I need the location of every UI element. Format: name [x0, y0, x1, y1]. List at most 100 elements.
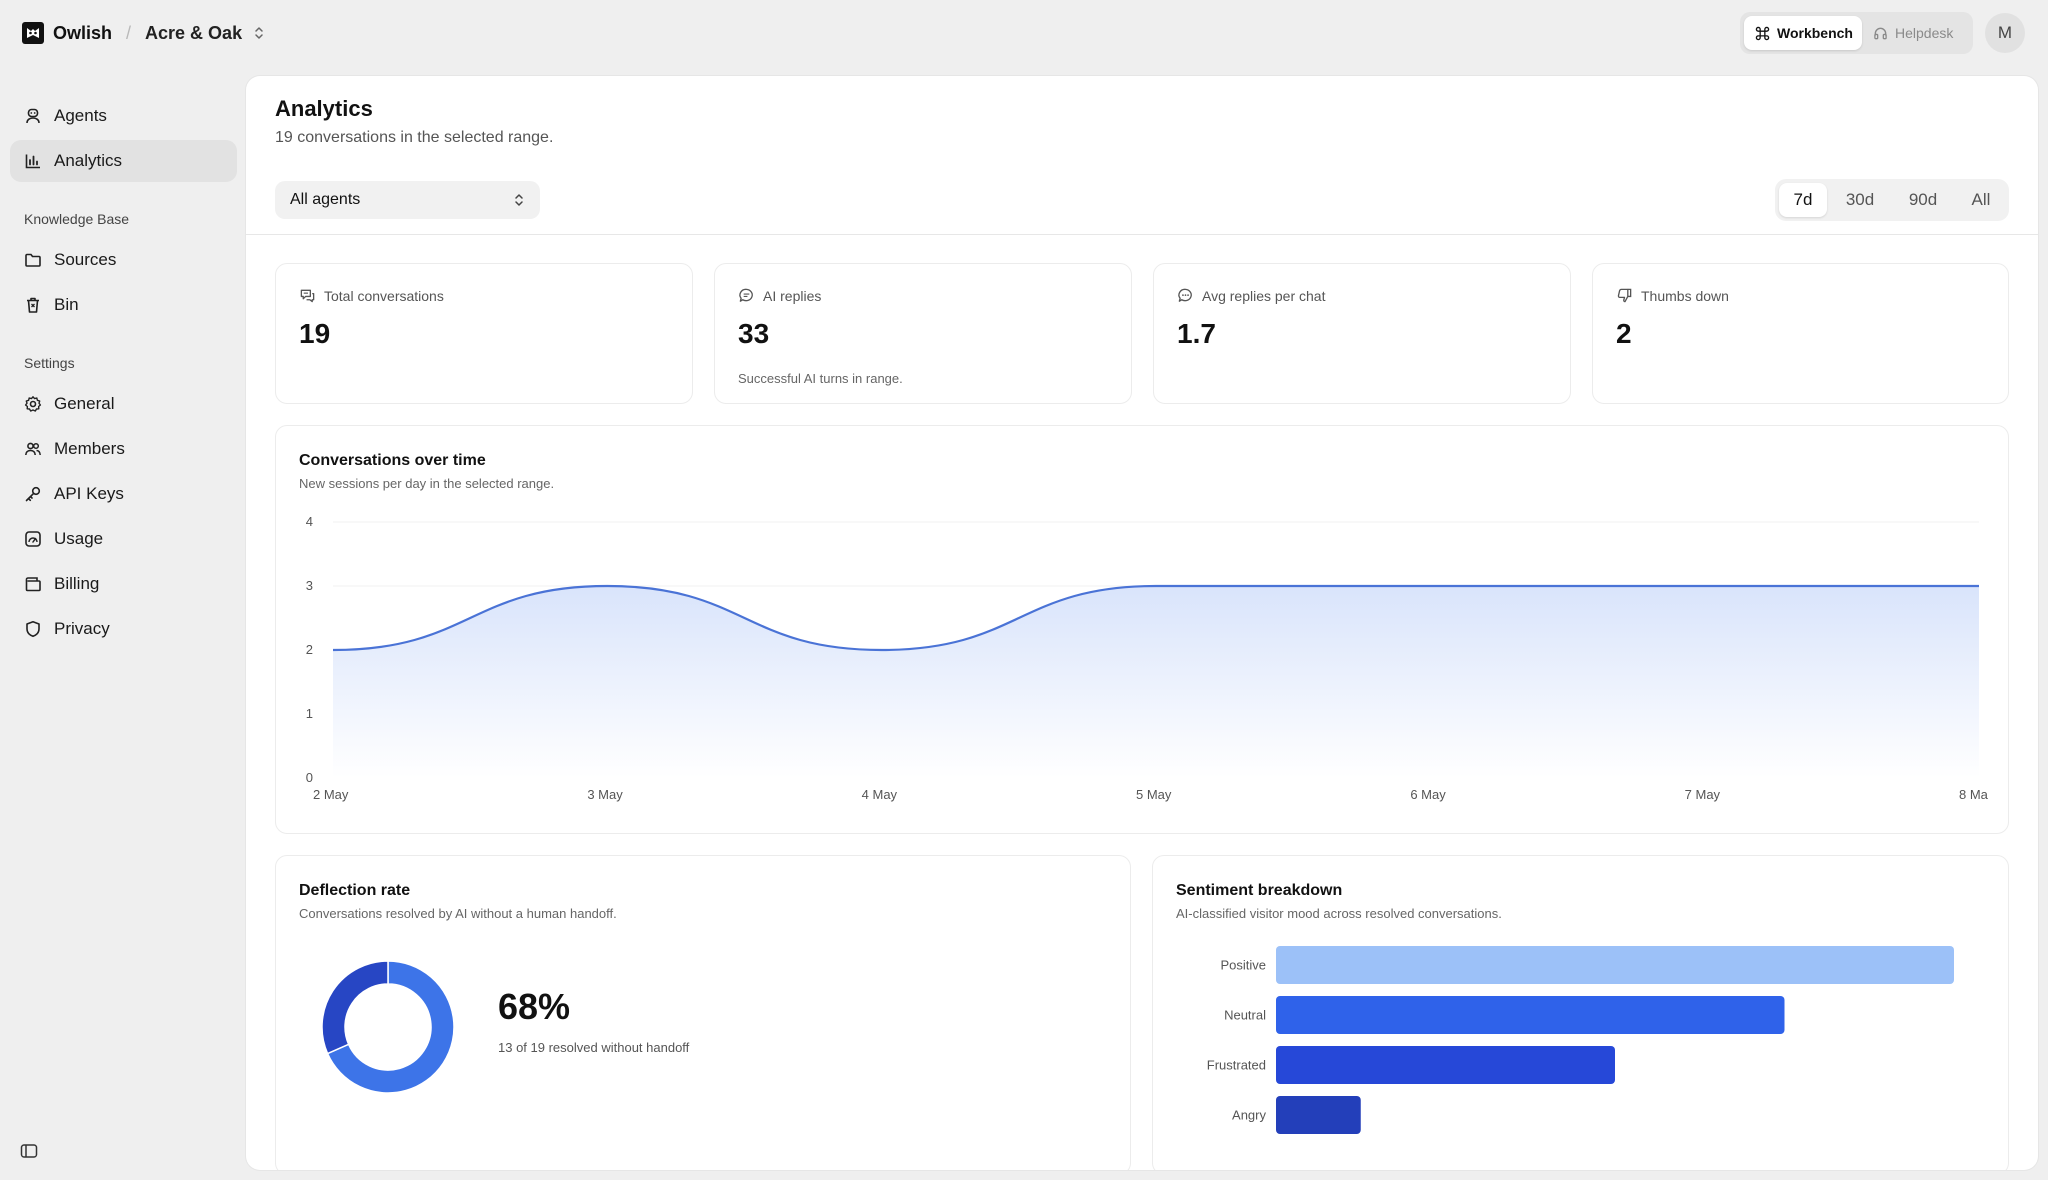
x-tick-label: 2 May	[313, 787, 349, 802]
page-title: Analytics	[275, 96, 373, 121]
card-subtitle: Conversations resolved by AI without a h…	[299, 906, 617, 921]
deflection-donut-chart	[321, 960, 455, 1094]
sidebar-item-label: API Keys	[54, 484, 124, 503]
command-icon	[1755, 26, 1777, 41]
sentiment-label: Positive	[1220, 958, 1266, 973]
sentiment-label: Angry	[1232, 1108, 1266, 1123]
sidebar-item-label: General	[54, 394, 115, 413]
sidebar-item-label: Privacy	[54, 619, 110, 638]
range-30d-button[interactable]: 30d	[1831, 183, 1889, 217]
sidebar-item-label: Analytics	[54, 151, 123, 170]
sidebar-item-members[interactable]: Members	[10, 428, 237, 470]
x-tick-label: 5 May	[1136, 787, 1172, 802]
y-tick-label: 0	[306, 770, 313, 785]
sentiment-label: Frustrated	[1207, 1058, 1266, 1073]
y-tick-label: 1	[306, 706, 313, 721]
y-tick-label: 4	[306, 514, 313, 529]
chat-bubble-icon	[738, 287, 763, 304]
sidebar-toggle-icon[interactable]	[20, 1142, 38, 1160]
y-tick-label: 2	[306, 642, 313, 657]
sidebar-item-label: Agents	[54, 106, 107, 125]
agent-icon	[24, 107, 54, 125]
date-range-selector: 7d 30d 90d All	[1775, 179, 2009, 221]
conversations-area-chart: 0 1 2 3 4 2 May 3 May 4 May 5 May 6 May 7 May 8 Ma	[306, 514, 1989, 802]
main-panel: Analytics 19 conversations in the select…	[246, 76, 2038, 1170]
range-all-button[interactable]: All	[1957, 183, 2005, 217]
org-switcher-icon[interactable]	[254, 26, 264, 40]
trash-icon	[24, 296, 54, 314]
stat-value: 1.7	[1177, 318, 1216, 349]
headset-icon	[1873, 26, 1895, 41]
stat-label: Thumbs down	[1641, 287, 1729, 304]
sidebar-item-analytics[interactable]: Analytics	[10, 140, 237, 182]
wallet-icon	[24, 575, 54, 593]
sidebar-item-label: Usage	[54, 529, 104, 548]
gear-icon	[24, 395, 54, 413]
stat-value: 19	[299, 318, 331, 349]
sidebar-item-billing[interactable]: Billing	[10, 563, 237, 605]
deflection-detail: 13 of 19 resolved without handoff	[498, 1040, 690, 1055]
sidebar-item-label: Billing	[54, 574, 100, 593]
header-divider	[246, 234, 2038, 235]
settings-heading: Settings	[24, 355, 75, 371]
avatar[interactable]: M	[1985, 13, 2025, 53]
area-fill	[333, 586, 1979, 778]
brand: Owlish / Acre & Oak	[22, 21, 264, 45]
chat-dots-icon	[1177, 287, 1202, 304]
chat-bubbles-icon	[299, 287, 324, 304]
shield-icon	[24, 620, 54, 638]
sentiment-bar-positive	[1276, 946, 1954, 984]
sidebar-item-agents[interactable]: Agents	[10, 95, 237, 137]
donut-slice-1	[321, 960, 389, 1055]
range-90d-button[interactable]: 90d	[1893, 183, 1953, 217]
stat-value: 33	[738, 318, 770, 349]
deflection-value: 68%	[498, 986, 571, 1027]
sentiment-breakdown-card: Sentiment breakdown AI-classified visito…	[1152, 855, 2009, 1170]
sidebar-item-bin[interactable]: Bin	[10, 284, 237, 326]
x-tick-label: 3 May	[587, 787, 623, 802]
workbench-tab[interactable]: Workbench	[1744, 16, 1862, 50]
sidebar-item-sources[interactable]: Sources	[10, 239, 237, 281]
x-tick-label: 4 May	[862, 787, 898, 802]
key-icon	[24, 485, 54, 503]
stat-card-total-conversations: Total conversations 19	[275, 263, 693, 404]
gauge-icon	[24, 530, 54, 548]
deflection-rate-card: Deflection rate Conversations resolved b…	[275, 855, 1131, 1170]
sidebar-item-usage[interactable]: Usage	[10, 518, 237, 560]
owl-logo-icon[interactable]	[22, 22, 44, 44]
folder-icon	[24, 251, 54, 269]
sidebar-item-privacy[interactable]: Privacy	[10, 608, 237, 650]
stat-card-avg-replies: Avg replies per chat 1.7	[1153, 263, 1571, 404]
agent-filter-select[interactable]: All agents	[275, 181, 540, 219]
stat-label: Total conversations	[324, 287, 444, 304]
stat-label: AI replies	[763, 287, 822, 304]
sentiment-bar-neutral	[1276, 996, 1785, 1034]
helpdesk-tab[interactable]: Helpdesk	[1868, 16, 1969, 50]
x-tick-label: 7 May	[1685, 787, 1721, 802]
sentiment-bar-angry	[1276, 1096, 1361, 1134]
users-icon	[24, 440, 54, 458]
range-7d-button[interactable]: 7d	[1779, 183, 1827, 217]
card-title: Deflection rate	[299, 882, 411, 899]
stat-label: Avg replies per chat	[1202, 287, 1326, 304]
stat-value: 2	[1616, 318, 1632, 349]
brand-name[interactable]: Owlish	[53, 23, 112, 44]
sidebar-item-api-keys[interactable]: API Keys	[10, 473, 237, 515]
agent-filter-value: All agents	[290, 191, 361, 208]
thumbs-down-icon	[1616, 287, 1641, 304]
workspace-switcher: Workbench Helpdesk	[1740, 12, 1973, 54]
top-bar: Owlish / Acre & Oak Workbench Helpdesk M	[0, 0, 2048, 66]
page-subtitle: 19 conversations in the selected range.	[275, 129, 554, 146]
sentiment-label: Neutral	[1224, 1008, 1266, 1023]
knowledge-base-heading: Knowledge Base	[24, 211, 130, 227]
sentiment-bar-chart: Positive Neutral Frustrated Angry	[1207, 946, 1954, 1134]
org-name[interactable]: Acre & Oak	[145, 23, 242, 44]
stat-caption: Successful AI turns in range.	[738, 371, 903, 386]
sidebar-item-general[interactable]: General	[10, 383, 237, 425]
x-tick-label: 8 Ma	[1959, 787, 1989, 802]
conversations-over-time-card: Conversations over time New sessions per…	[275, 425, 2009, 834]
breadcrumb-separator: /	[126, 22, 132, 43]
stat-card-ai-replies: AI replies 33 Successful AI turns in ran…	[714, 263, 1132, 404]
x-tick-label: 6 May	[1410, 787, 1446, 802]
sidebar-item-label: Members	[54, 439, 125, 458]
